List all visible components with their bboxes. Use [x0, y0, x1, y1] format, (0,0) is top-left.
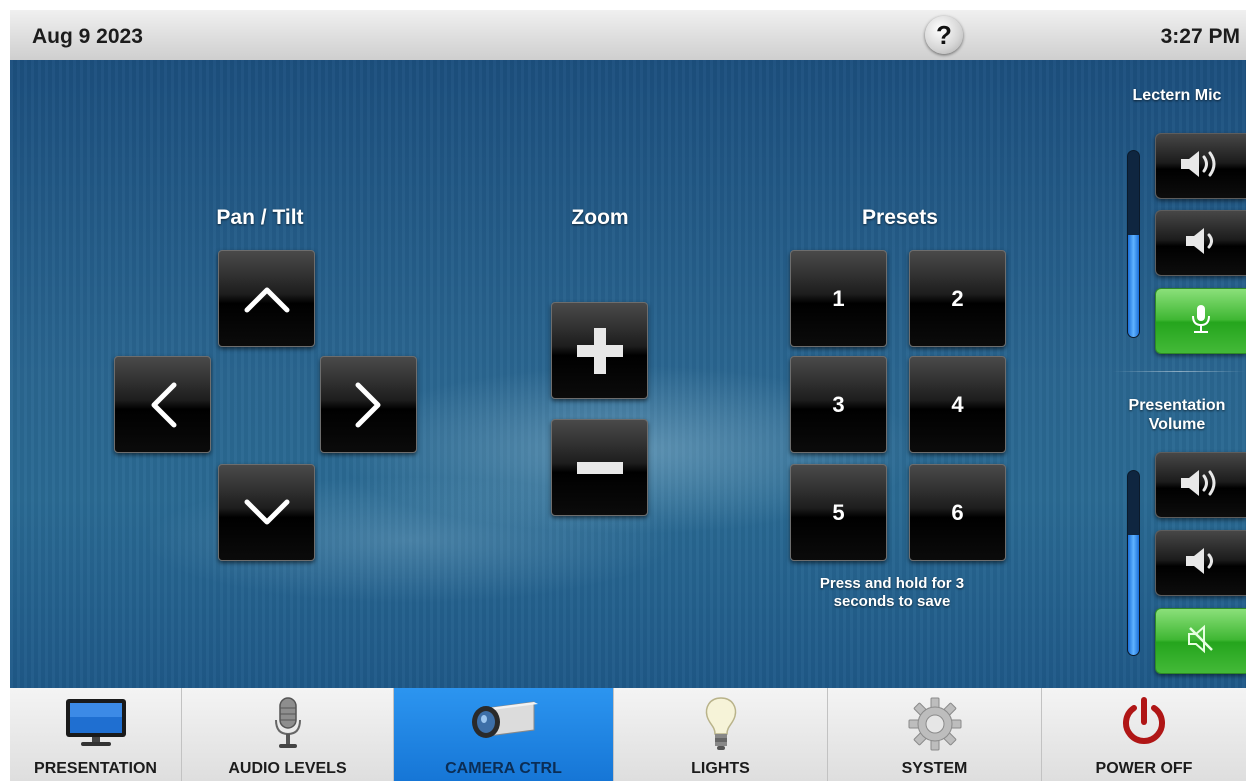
nav-item-system[interactable]: SYSTEM — [828, 688, 1042, 781]
nav-label-lights: LIGHTS — [691, 760, 750, 777]
camera-icon — [468, 696, 540, 755]
presentation-volume-label: Presentation Volume — [1108, 396, 1246, 434]
time-label: 3:27 PM — [1160, 25, 1240, 48]
preset-button-2[interactable]: 2 — [909, 250, 1006, 347]
date-label: Aug 9 2023 — [32, 25, 143, 48]
nav-label-presentation: PRESENTATION — [34, 760, 157, 777]
presentation-volume-down-button[interactable] — [1155, 530, 1246, 596]
lectern-mic-mute-button[interactable] — [1155, 288, 1246, 354]
presentation-volume-mute-button[interactable] — [1155, 608, 1246, 674]
nav-item-lights[interactable]: LIGHTS — [614, 688, 828, 781]
preset-button-1[interactable]: 1 — [790, 250, 887, 347]
chevron-up-icon — [243, 284, 291, 314]
nav-label-camera-ctrl: CAMERA CTRL — [445, 760, 562, 777]
lectern-mic-volume-down-button[interactable] — [1155, 210, 1246, 276]
lightbulb-icon — [703, 696, 739, 759]
audio-divider — [1112, 371, 1246, 372]
monitor-icon — [63, 696, 129, 753]
presentation-volume-label-line-2: Volume — [1148, 416, 1206, 433]
preset-label: 4 — [951, 391, 964, 417]
bottom-nav: PRESENTATION AUDIO LEVELS CAMERA CTRL LI… — [0, 688, 1246, 781]
minus-icon — [575, 461, 625, 475]
volume-down-icon — [1184, 546, 1218, 581]
microphone-icon — [1189, 303, 1213, 340]
nav-item-audio-levels[interactable]: AUDIO LEVELS — [182, 688, 394, 781]
preset-label: 2 — [951, 285, 964, 311]
nav-label-system: SYSTEM — [901, 760, 968, 777]
chevron-right-icon — [354, 381, 384, 429]
preset-save-hint: Press and hold for 3 seconds to save — [772, 575, 1012, 611]
preset-button-3[interactable]: 3 — [790, 356, 887, 453]
status-bar: Aug 9 2023 ? 3:27 PM — [10, 10, 1246, 61]
preset-button-6[interactable]: 6 — [909, 464, 1006, 561]
microphone-icon — [270, 696, 306, 757]
level-fill — [1128, 234, 1139, 337]
tilt-up-button[interactable] — [218, 250, 315, 347]
nav-label-audio-levels: AUDIO LEVELS — [228, 760, 347, 777]
presentation-volume-level-meter — [1127, 470, 1140, 656]
volume-down-icon — [1184, 226, 1218, 261]
presentation-volume-label-line-1: Presentation — [1128, 397, 1226, 414]
mute-icon — [1186, 624, 1216, 659]
lectern-mic-volume-up-button[interactable] — [1155, 133, 1246, 199]
nav-item-camera-ctrl[interactable]: CAMERA CTRL — [394, 688, 614, 781]
gear-icon — [907, 696, 963, 757]
zoom-in-button[interactable] — [551, 302, 648, 399]
preset-button-4[interactable]: 4 — [909, 356, 1006, 453]
plus-icon — [575, 326, 625, 376]
lectern-mic-label: Lectern Mic — [1132, 87, 1222, 104]
nav-bar: PRESENTATION AUDIO LEVELS CAMERA CTRL LI… — [10, 688, 1246, 781]
pan-right-button[interactable] — [320, 356, 417, 453]
hint-line-1: Press and hold for 3 — [819, 575, 965, 592]
preset-label: 6 — [951, 499, 964, 525]
preset-button-5[interactable]: 5 — [790, 464, 887, 561]
presets-title: Presets — [862, 206, 938, 229]
lectern-mic-level-meter — [1127, 150, 1140, 338]
chevron-down-icon — [243, 498, 291, 528]
pan-tilt-title: Pan / Tilt — [216, 206, 304, 229]
tilt-down-button[interactable] — [218, 464, 315, 561]
presentation-volume-up-button[interactable] — [1155, 452, 1246, 518]
nav-item-power-off[interactable]: POWER OFF — [1042, 688, 1246, 781]
level-fill — [1128, 535, 1139, 655]
camera-control-panel: Pan / Tilt Zoom Presets 1 2 3 4 5 6 Pres… — [10, 60, 1246, 688]
pan-left-button[interactable] — [114, 356, 211, 453]
nav-item-presentation[interactable]: PRESENTATION — [10, 688, 182, 781]
preset-label: 1 — [832, 285, 845, 311]
power-icon — [1118, 696, 1170, 753]
chevron-left-icon — [148, 381, 178, 429]
nav-label-power-off: POWER OFF — [1095, 760, 1193, 777]
zoom-title: Zoom — [571, 206, 629, 229]
hint-line-2: seconds to save — [833, 593, 951, 610]
volume-up-icon — [1179, 468, 1223, 503]
preset-label: 3 — [832, 391, 845, 417]
help-button[interactable]: ? — [925, 16, 963, 54]
zoom-out-button[interactable] — [551, 419, 648, 516]
help-icon: ? — [936, 19, 952, 50]
preset-label: 5 — [832, 499, 845, 525]
volume-up-icon — [1179, 149, 1223, 184]
